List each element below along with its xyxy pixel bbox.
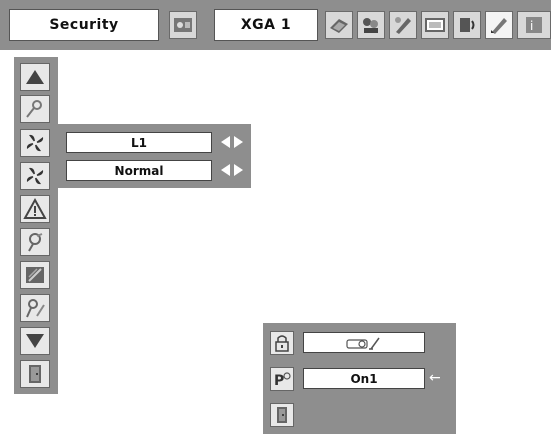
left-right-arrows-icon[interactable] [220,162,244,178]
warning-icon[interactable] [20,195,50,223]
svg-text:i: i [530,19,533,33]
fan-icon[interactable] [20,162,50,190]
mode-value-field[interactable]: Normal [66,160,212,181]
exit-icon[interactable] [20,360,50,388]
key-lock-icon[interactable] [270,331,294,355]
screen-icon[interactable] [421,11,449,39]
logo-pin-change-icon[interactable] [20,294,50,322]
scroll-down-icon[interactable] [20,327,50,355]
exit-icon[interactable] [270,403,294,427]
selected-marker: ← [429,370,441,386]
security-sidebar [14,57,58,394]
lock-popup-panel: P On1 ← [263,323,456,434]
settings-panel: L1 Normal [58,124,251,188]
pin-code-change-icon[interactable] [20,228,50,256]
pin-code-lock-value-field[interactable]: On1 [303,368,425,389]
setting-icon[interactable] [389,11,417,39]
svg-text:P: P [274,373,284,389]
security-icon[interactable] [485,11,513,39]
fan-control-icon[interactable] [20,129,50,157]
logo-lock-icon[interactable] [20,261,50,289]
sound-icon[interactable] [453,11,481,39]
info-icon[interactable]: i [517,11,551,39]
image-adjust-icon[interactable] [169,11,197,39]
level-value-field[interactable]: L1 [66,132,212,153]
menu-bar: Security XGA 1 i [0,0,551,50]
left-right-arrows-icon[interactable] [220,134,244,150]
pin-code-lock-icon[interactable] [20,95,50,123]
key-lock-value-field[interactable] [303,332,425,353]
input-source-label: XGA 1 [214,9,318,41]
pin-code-lock-icon[interactable]: P [270,367,294,391]
menu-title: Security [9,9,159,41]
projector-key-icon [346,337,380,350]
computer-icon[interactable] [325,11,353,39]
scroll-up-icon[interactable] [20,63,50,91]
image-select-icon[interactable] [357,11,385,39]
